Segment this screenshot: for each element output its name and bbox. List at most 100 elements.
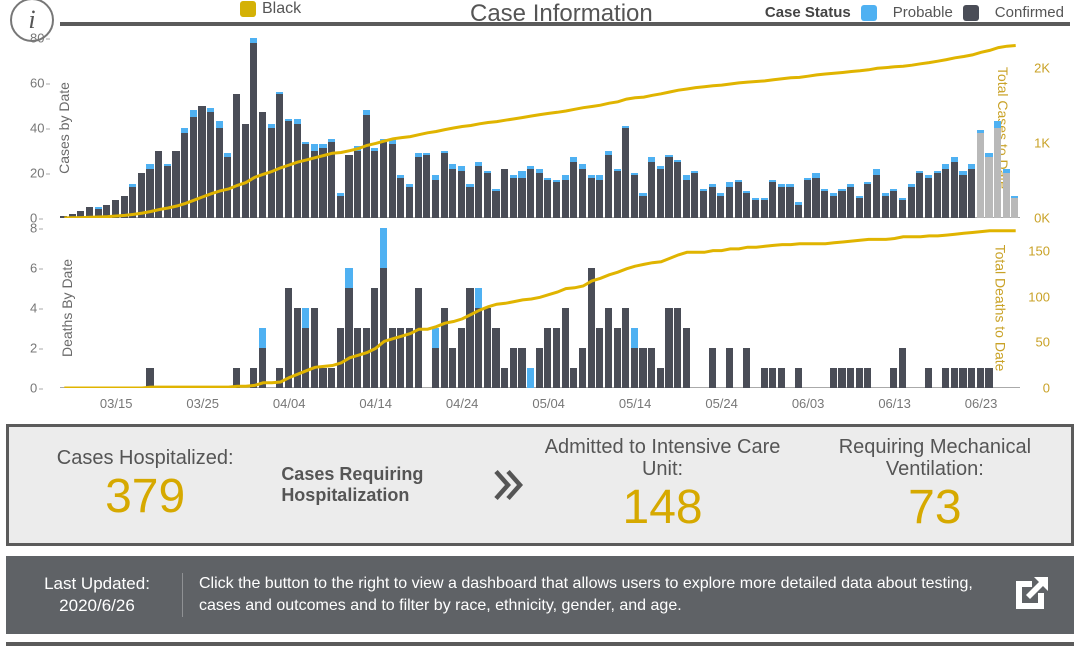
- bar[interactable]: [726, 348, 733, 388]
- bar[interactable]: [709, 184, 716, 218]
- bar[interactable]: [441, 151, 448, 219]
- bar[interactable]: [890, 189, 897, 218]
- bar[interactable]: [674, 308, 681, 388]
- bar[interactable]: [501, 169, 508, 219]
- bar[interactable]: [190, 110, 197, 218]
- bar[interactable]: [908, 184, 915, 218]
- bar[interactable]: [769, 180, 776, 218]
- bar[interactable]: [665, 308, 672, 388]
- bar[interactable]: [380, 139, 387, 218]
- bar[interactable]: [112, 200, 119, 218]
- bar[interactable]: [95, 207, 102, 218]
- bar[interactable]: [726, 182, 733, 218]
- bar[interactable]: [683, 175, 690, 218]
- bar[interactable]: [994, 121, 1001, 218]
- bar[interactable]: [665, 155, 672, 218]
- bar[interactable]: [934, 171, 941, 218]
- bar[interactable]: [103, 205, 110, 219]
- bar[interactable]: [294, 308, 301, 388]
- bar[interactable]: [562, 308, 569, 388]
- bar[interactable]: [268, 124, 275, 219]
- bar[interactable]: [683, 328, 690, 388]
- bar[interactable]: [406, 184, 413, 218]
- bar[interactable]: [614, 328, 621, 388]
- bar[interactable]: [968, 164, 975, 218]
- bar[interactable]: [294, 119, 301, 218]
- bar[interactable]: [60, 216, 67, 218]
- bar[interactable]: [570, 157, 577, 218]
- bar[interactable]: [743, 191, 750, 218]
- bar[interactable]: [856, 196, 863, 219]
- bar[interactable]: [449, 348, 456, 388]
- bar[interactable]: [423, 153, 430, 218]
- bar[interactable]: [639, 348, 646, 388]
- bar[interactable]: [570, 368, 577, 388]
- bar[interactable]: [475, 162, 482, 218]
- bar[interactable]: [951, 157, 958, 218]
- bar[interactable]: [761, 368, 768, 388]
- bar[interactable]: [977, 130, 984, 218]
- bar[interactable]: [873, 169, 880, 219]
- bar[interactable]: [588, 268, 595, 388]
- bar[interactable]: [285, 288, 292, 388]
- bar[interactable]: [458, 328, 465, 388]
- bar[interactable]: [795, 202, 802, 218]
- bar[interactable]: [397, 175, 404, 218]
- bar[interactable]: [276, 92, 283, 218]
- bar[interactable]: [553, 180, 560, 218]
- bar[interactable]: [648, 157, 655, 218]
- bar[interactable]: [501, 368, 508, 388]
- bar[interactable]: [397, 328, 404, 388]
- bar[interactable]: [536, 348, 543, 388]
- bar[interactable]: [432, 175, 439, 218]
- bar[interactable]: [527, 166, 534, 218]
- bar[interactable]: [510, 348, 517, 388]
- bar[interactable]: [354, 146, 361, 218]
- bar[interactable]: [276, 368, 283, 388]
- bar[interactable]: [380, 228, 387, 388]
- bar[interactable]: [605, 308, 612, 388]
- bar[interactable]: [544, 328, 551, 388]
- bar[interactable]: [631, 173, 638, 218]
- bar[interactable]: [735, 180, 742, 218]
- bar[interactable]: [285, 119, 292, 218]
- bar[interactable]: [786, 184, 793, 218]
- bar[interactable]: [207, 108, 214, 218]
- bar[interactable]: [812, 173, 819, 218]
- bar[interactable]: [614, 169, 621, 219]
- bar[interactable]: [596, 328, 603, 388]
- bar[interactable]: [449, 164, 456, 218]
- bar[interactable]: [830, 193, 837, 218]
- bar[interactable]: [311, 308, 318, 388]
- bar[interactable]: [596, 175, 603, 218]
- bar[interactable]: [492, 328, 499, 388]
- bar[interactable]: [146, 164, 153, 218]
- bar[interactable]: [328, 139, 335, 218]
- bar[interactable]: [916, 171, 923, 218]
- bar[interactable]: [172, 151, 179, 219]
- bar[interactable]: [925, 368, 932, 388]
- bar[interactable]: [899, 348, 906, 388]
- bar[interactable]: [562, 175, 569, 218]
- bar[interactable]: [302, 308, 309, 388]
- bar[interactable]: [345, 268, 352, 388]
- bar[interactable]: [441, 308, 448, 388]
- bar[interactable]: [389, 139, 396, 218]
- bar[interactable]: [942, 368, 949, 388]
- bar[interactable]: [432, 328, 439, 388]
- bar[interactable]: [709, 348, 716, 388]
- bar[interactable]: [371, 148, 378, 218]
- bar[interactable]: [864, 182, 871, 218]
- bar[interactable]: [86, 207, 93, 218]
- bar[interactable]: [804, 178, 811, 219]
- bar[interactable]: [830, 368, 837, 388]
- bar[interactable]: [415, 153, 422, 218]
- bar[interactable]: [605, 151, 612, 219]
- bar[interactable]: [259, 328, 266, 388]
- chart-cases-by-date[interactable]: Cases by Date Total Cases to Date 020406…: [60, 38, 1020, 218]
- bar[interactable]: [536, 169, 543, 219]
- bar[interactable]: [622, 126, 629, 218]
- bar[interactable]: [838, 368, 845, 388]
- bar[interactable]: [743, 348, 750, 388]
- bar[interactable]: [363, 110, 370, 218]
